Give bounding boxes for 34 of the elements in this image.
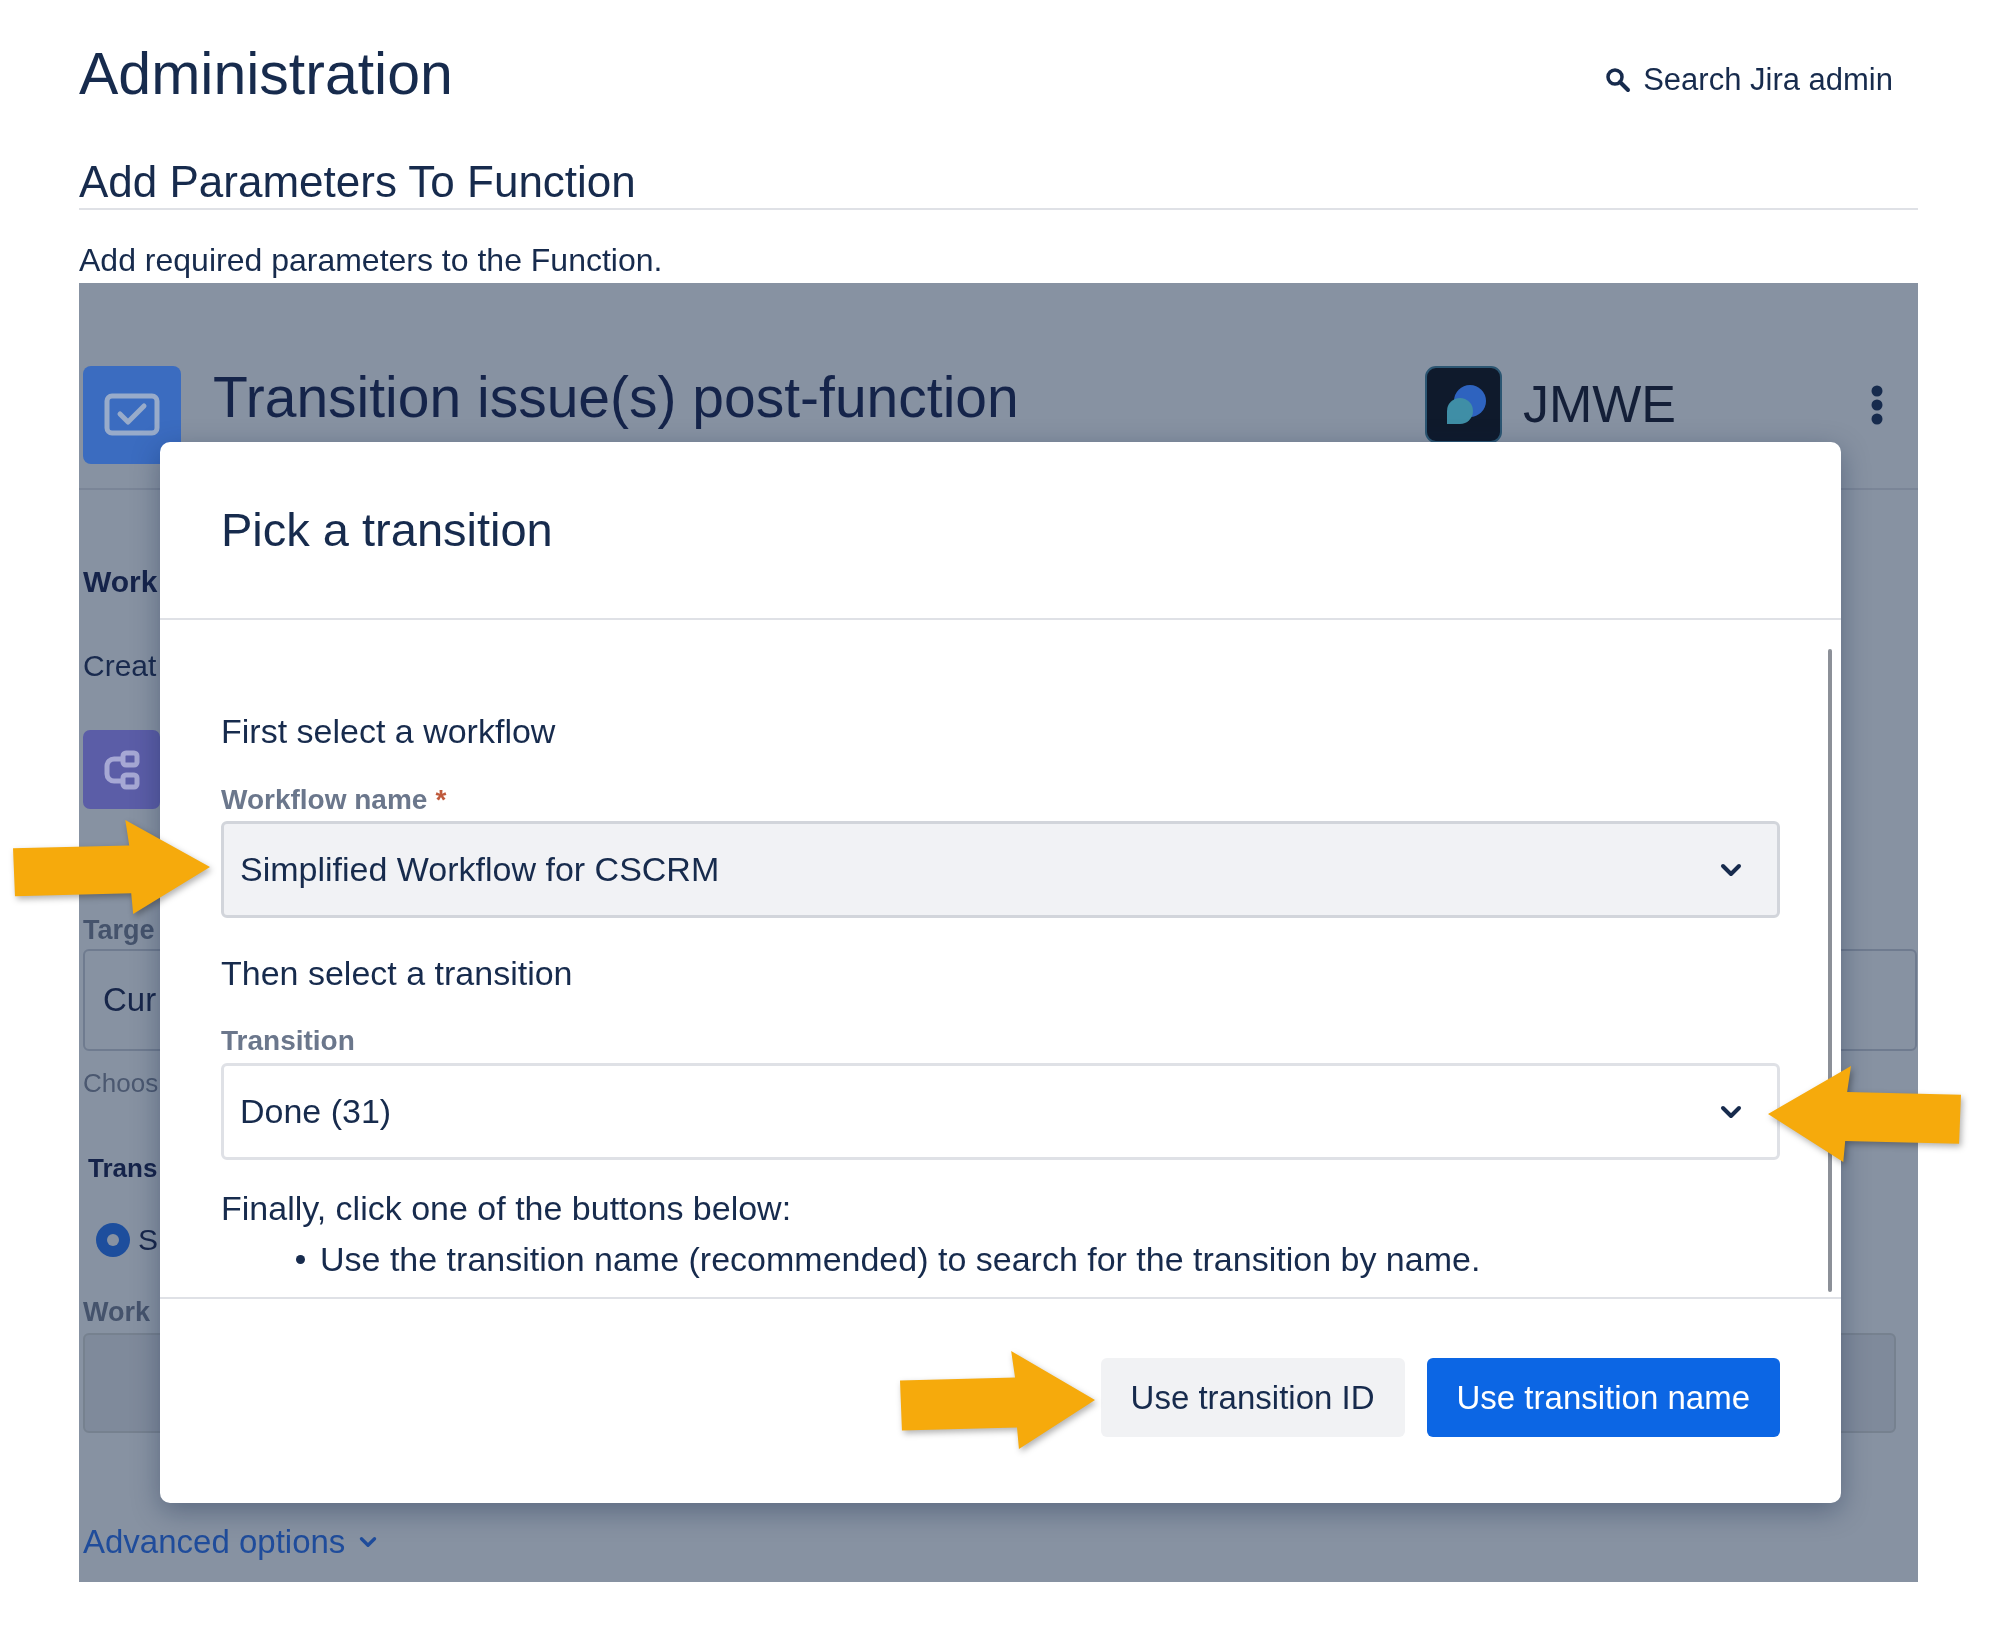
- hint-text: Choos: [83, 1067, 159, 1099]
- section-text: Creat: [83, 648, 157, 684]
- page-title: Administration: [79, 40, 453, 109]
- instruction-text: Finally, click one of the buttons below:: [221, 1188, 792, 1229]
- radio-label: S: [138, 1222, 158, 1258]
- radio-button[interactable]: [95, 1222, 131, 1258]
- primary-button[interactable]: Use transition name: [1426, 1358, 1780, 1437]
- section-heading: Add Parameters To Function: [79, 157, 636, 207]
- field-label: Work: [83, 1296, 150, 1328]
- vendor-name: JMWE: [1522, 374, 1676, 435]
- chevron-down-icon: [1720, 862, 1742, 877]
- field-label: Transition: [221, 1024, 355, 1058]
- field-label: Targe: [83, 914, 155, 946]
- instruction-text: First select a workflow: [221, 711, 556, 752]
- caret-icon: [359, 1536, 378, 1548]
- chevron-down-icon: [1720, 1104, 1742, 1119]
- select-field[interactable]: Done (31): [221, 1063, 1780, 1160]
- search-link[interactable]: Search Jira admin: [1605, 61, 1893, 99]
- section-heading: Work: [83, 564, 158, 600]
- logo-icon: [1424, 366, 1502, 443]
- dialog-title: Pick a transition: [221, 502, 553, 558]
- description-text: Add required parameters to the Function.: [79, 242, 663, 278]
- flow-icon: [83, 730, 160, 809]
- select-field[interactable]: Simplified Workflow for CSCRM: [221, 821, 1780, 918]
- section-heading: Trans: [87, 1152, 158, 1184]
- list-item-text: Use the transition name (recommended) to search for the transition by name.: [320, 1239, 1481, 1280]
- secondary-button[interactable]: Use transition ID: [1100, 1358, 1405, 1437]
- bullet-icon: [296, 1255, 305, 1264]
- field-label: Workflow name *: [221, 783, 447, 817]
- check-square-icon: [83, 366, 181, 464]
- search-icon: [1605, 67, 1632, 93]
- instruction-text: Then select a transition: [221, 953, 573, 994]
- card-title: Transition issue(s) post-function: [213, 364, 1020, 430]
- more-icon[interactable]: [1871, 385, 1883, 425]
